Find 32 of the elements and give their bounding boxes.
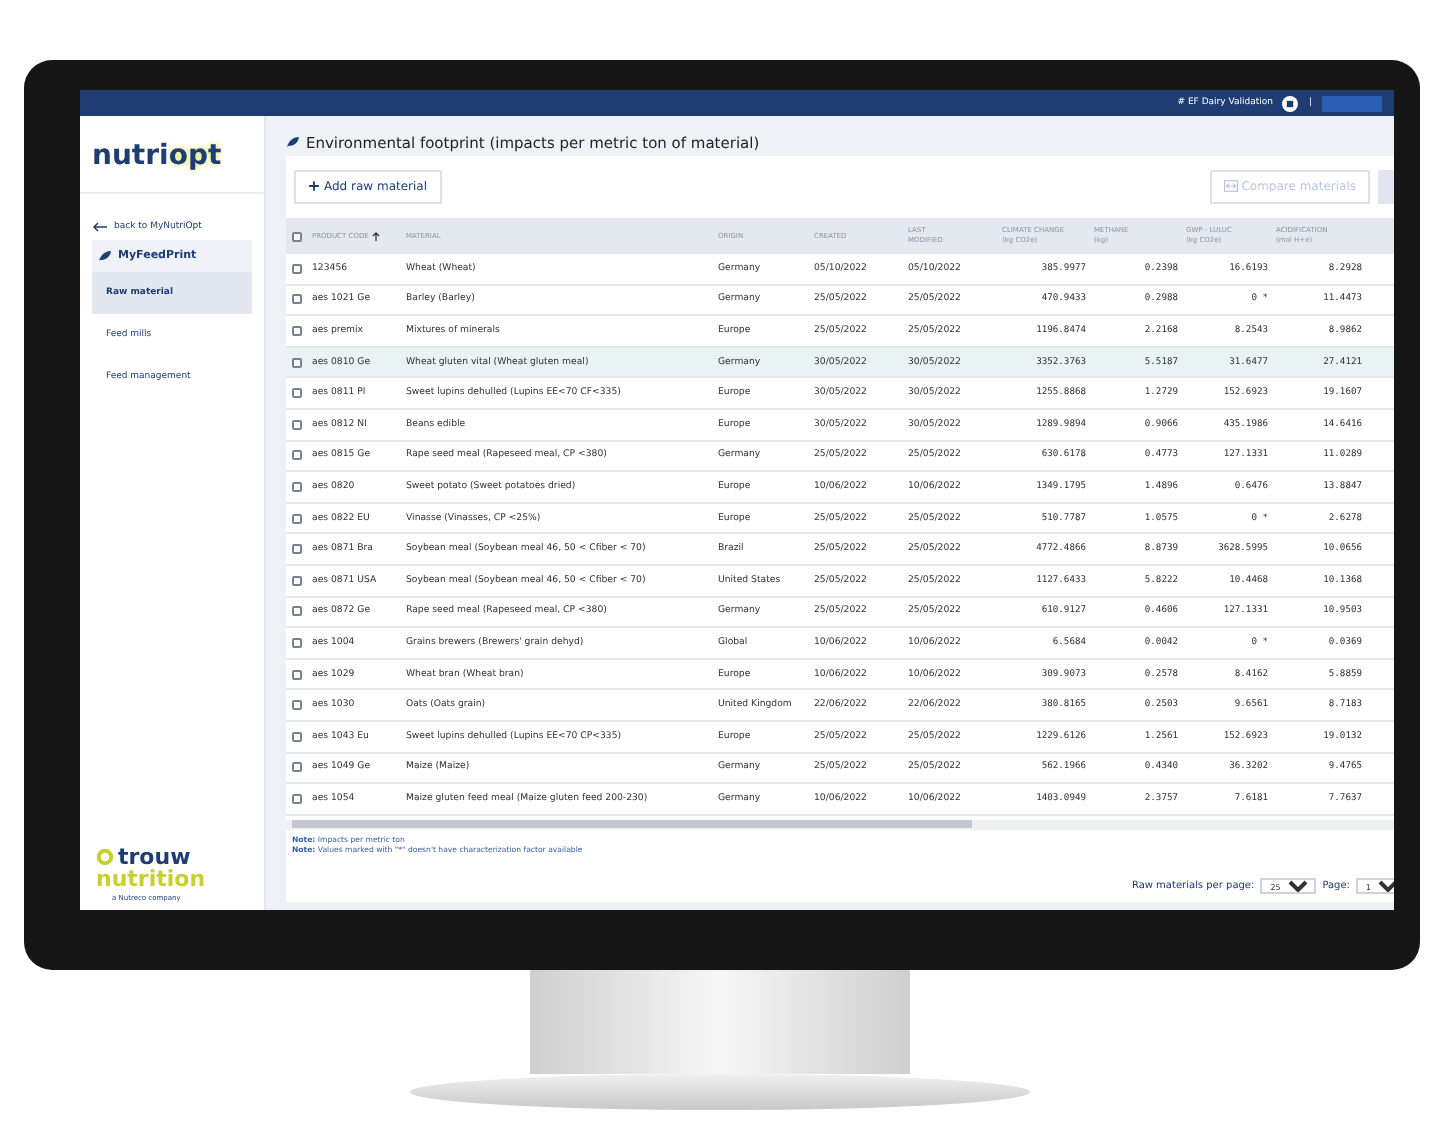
compare-icon	[1223, 180, 1238, 192]
row-checkbox[interactable]	[292, 263, 302, 274]
row-checkbox[interactable]	[292, 325, 302, 336]
row-checkbox[interactable]	[292, 388, 302, 399]
row-checkbox[interactable]	[292, 544, 302, 555]
row-checkbox[interactable]	[292, 575, 302, 586]
scrollbar-thumb[interactable]	[292, 820, 972, 829]
row-checkbox[interactable]	[292, 294, 302, 305]
logo-text: nutri	[92, 140, 169, 172]
logo-text: trouw	[118, 846, 191, 868]
row-checkbox[interactable]	[292, 419, 302, 430]
row-checkbox[interactable]	[292, 700, 302, 711]
leaf-icon	[286, 136, 300, 148]
row-checkbox[interactable]	[292, 762, 302, 773]
logo-text: nutrition	[96, 868, 208, 890]
back-arrow-icon[interactable]	[92, 222, 108, 232]
row-checkbox[interactable]	[292, 731, 302, 742]
row-checkbox[interactable]	[292, 637, 302, 648]
row-checkbox[interactable]	[292, 450, 302, 461]
row-checkbox[interactable]	[292, 357, 302, 368]
row-checkbox[interactable]	[292, 793, 302, 804]
logo-text: opt	[168, 140, 222, 172]
sort-arrow-icon[interactable]	[372, 231, 381, 241]
row-checkbox[interactable]	[292, 669, 302, 680]
logo-ring-icon	[96, 848, 114, 866]
row-checkbox[interactable]	[292, 513, 302, 524]
plus-icon	[308, 180, 320, 192]
select-all-checkbox[interactable]	[292, 231, 302, 241]
leaf-icon	[98, 250, 112, 262]
row-checkbox[interactable]	[292, 481, 302, 492]
horizontal-scrollbar[interactable]	[286, 819, 1394, 830]
row-checkbox[interactable]	[292, 606, 302, 617]
